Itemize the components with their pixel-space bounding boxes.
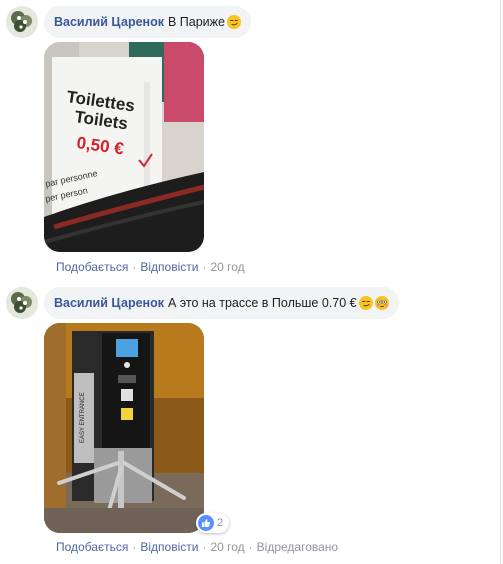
reaction-count: 2 <box>217 517 224 529</box>
avatar[interactable] <box>6 287 38 319</box>
machine-label: EASY ENTRANCE <box>80 392 86 443</box>
like-reaction-icon <box>198 515 214 531</box>
comment-actions: Подобається · Відповісти · 20 год · Відредагов… <box>56 540 339 554</box>
like-link[interactable]: Подобається <box>56 540 128 554</box>
comment-bubble: Василий Царенок А это на трассе в Польше… <box>44 287 399 319</box>
reactions-badge[interactable]: 2 <box>196 513 230 533</box>
reply-link[interactable]: Відповісти <box>140 540 198 554</box>
edited-label[interactable]: Відредаговано <box>257 540 338 554</box>
right-border <box>500 0 501 564</box>
flushed-face-icon <box>374 296 389 310</box>
comment-timestamp[interactable]: 20 год <box>210 540 244 554</box>
comment-photo[interactable]: EASY ENTRANCE <box>44 323 204 533</box>
smirking-face-icon <box>358 296 373 310</box>
comment-text: А это на трассе в Польше 0.70 € <box>167 296 357 310</box>
comment-author[interactable]: Василий Царенок <box>54 296 164 310</box>
comment-2: Василий Царенок А это на трассе в Польше… <box>0 0 500 564</box>
